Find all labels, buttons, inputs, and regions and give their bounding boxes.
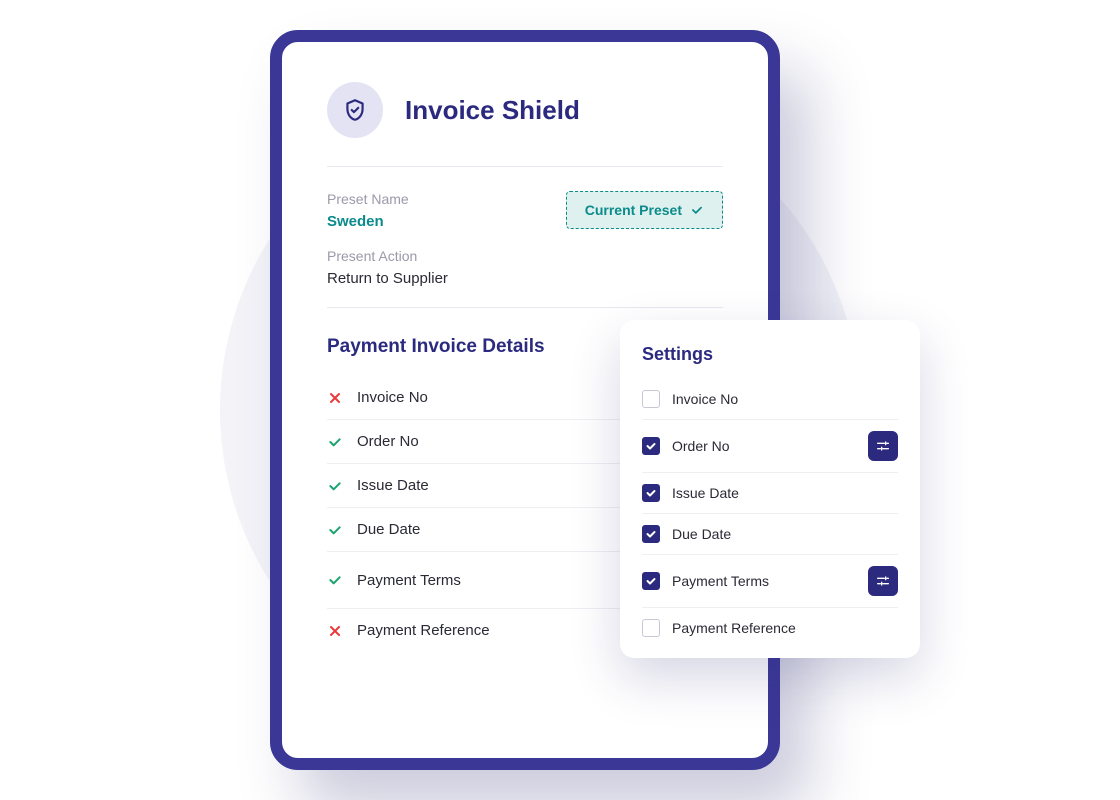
preset-row: Preset Name Sweden Current Preset [327,191,723,230]
settings-label: Invoice No [672,391,898,407]
checkbox[interactable] [642,619,660,637]
settings-list: Invoice No Order No Issue Date Due Date Paym… [642,379,898,648]
check-icon [645,575,657,587]
sliders-icon [875,573,891,589]
settings-row: Payment Terms [642,555,898,608]
check-icon [645,528,657,540]
check-icon [690,203,704,217]
settings-label: Due Date [672,526,898,542]
settings-row: Payment Reference [642,608,898,648]
filter-button[interactable] [868,566,898,596]
check-icon [327,434,343,450]
card-title: Invoice Shield [405,95,580,126]
cross-icon [327,623,343,639]
settings-card: Settings Invoice No Order No Issue Date Due… [620,320,920,658]
settings-label: Order No [672,438,856,454]
divider [327,307,723,308]
card-header: Invoice Shield [327,82,723,166]
checkbox[interactable] [642,525,660,543]
check-icon [327,572,343,588]
settings-row: Invoice No [642,379,898,420]
cross-icon [327,390,343,406]
preset-action-value: Return to Supplier [327,270,723,287]
current-preset-badge[interactable]: Current Preset [566,191,723,229]
shield-check-icon [342,97,368,123]
preset-action-field: Present Action Return to Supplier [327,248,723,287]
check-icon [645,440,657,452]
filter-button[interactable] [868,431,898,461]
preset-action-label: Present Action [327,248,723,264]
settings-label: Payment Terms [672,573,856,589]
settings-row: Issue Date [642,473,898,514]
checkbox[interactable] [642,572,660,590]
preset-name-value: Sweden [327,213,409,230]
check-icon [327,478,343,494]
preset-name-label: Preset Name [327,191,409,207]
settings-label: Issue Date [672,485,898,501]
settings-row: Due Date [642,514,898,555]
check-icon [645,487,657,499]
check-icon [327,522,343,538]
preset-badge-label: Current Preset [585,202,682,218]
settings-label: Payment Reference [672,620,898,636]
settings-row: Order No [642,420,898,473]
sliders-icon [875,438,891,454]
settings-title: Settings [642,344,898,365]
shield-icon-container [327,82,383,138]
divider [327,166,723,167]
checkbox[interactable] [642,484,660,502]
checkbox[interactable] [642,437,660,455]
checkbox[interactable] [642,390,660,408]
preset-name-field: Preset Name Sweden [327,191,409,230]
